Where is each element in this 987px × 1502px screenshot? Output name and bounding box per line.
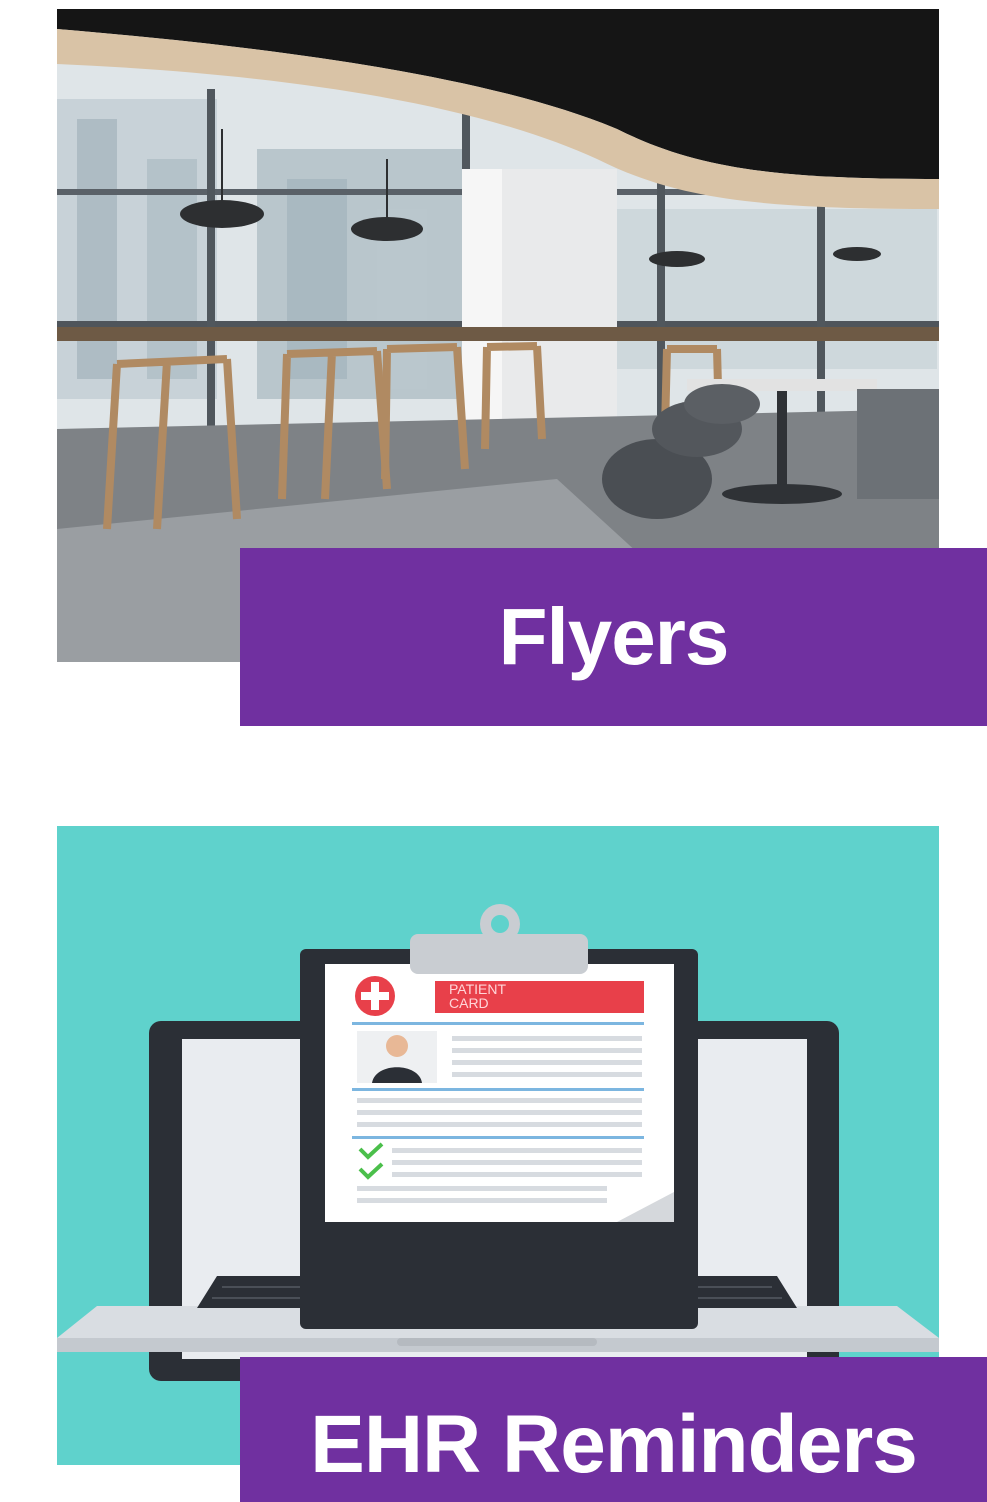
patient-card-title-line2: CARD bbox=[449, 995, 489, 1011]
flyers-label: Flyers bbox=[240, 548, 987, 726]
ehr-reminders-label: EHR Reminders bbox=[240, 1357, 987, 1502]
